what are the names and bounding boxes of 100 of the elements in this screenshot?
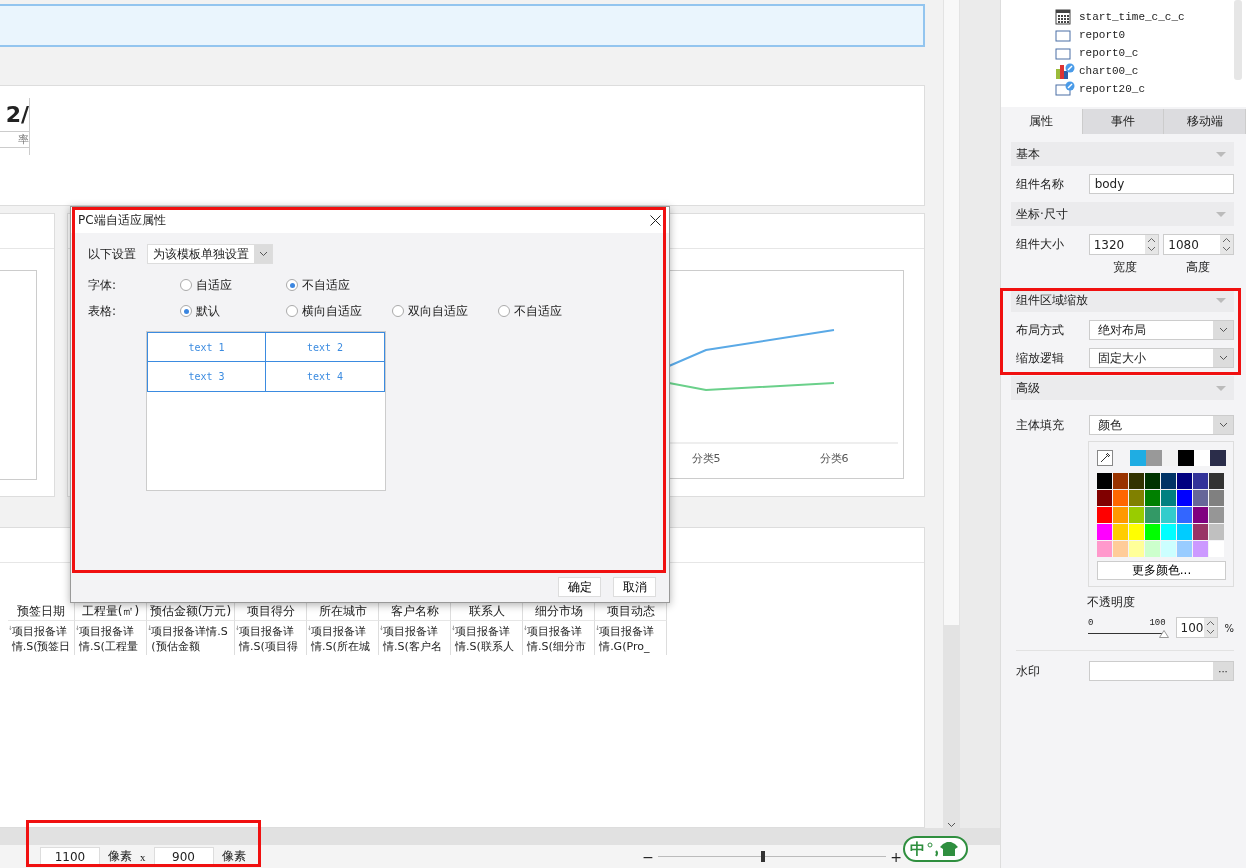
radio-label[interactable]: 不自适应 [302, 276, 350, 294]
radio-button[interactable] [286, 279, 298, 291]
tab[interactable]: 移动端 [1164, 109, 1246, 134]
color-swatch[interactable] [1145, 490, 1160, 506]
opacity-input[interactable]: 100 [1175, 617, 1219, 638]
watermark-input[interactable]: ··· [1088, 661, 1234, 681]
color-swatch[interactable] [1193, 541, 1208, 557]
color-swatch[interactable] [1145, 507, 1160, 523]
color-swatch[interactable] [1193, 490, 1208, 506]
tree-item[interactable]: report20_c [1079, 83, 1145, 95]
color-swatch[interactable] [1097, 524, 1112, 540]
color-swatch[interactable] [1129, 541, 1144, 557]
color-swatch[interactable] [1162, 450, 1178, 466]
tree-item[interactable]: report0 [1079, 29, 1126, 41]
zoom-in-button[interactable]: + [890, 848, 902, 865]
selected-component[interactable] [0, 4, 925, 47]
dropdown[interactable]: 为该模板单独设置 [147, 244, 273, 264]
ime-toolbar[interactable]: 中 [903, 836, 968, 862]
color-swatch[interactable] [1161, 507, 1176, 523]
zoom-thumb[interactable] [760, 851, 765, 862]
radio-button[interactable] [498, 305, 510, 317]
radio-label[interactable]: 双向自适应 [408, 302, 468, 320]
collapse-icon[interactable] [1216, 297, 1226, 303]
color-swatch[interactable] [1145, 524, 1160, 540]
radio-label[interactable]: 自适应 [196, 276, 232, 294]
color-swatch[interactable] [1209, 490, 1224, 506]
color-swatch[interactable] [1210, 450, 1226, 466]
radio-label[interactable]: 不自适应 [514, 302, 562, 320]
collapse-icon[interactable] [1216, 211, 1226, 217]
section-header[interactable]: 坐标·尺寸 [1011, 202, 1234, 226]
name-input[interactable]: body [1088, 174, 1234, 194]
color-swatch[interactable] [1097, 473, 1112, 489]
color-swatch[interactable] [1161, 524, 1176, 540]
color-swatch[interactable] [1209, 473, 1224, 489]
color-swatch[interactable] [1097, 541, 1112, 557]
cancel-button[interactable]: 取消 [613, 577, 656, 597]
color-swatch[interactable] [1178, 450, 1194, 466]
color-swatch[interactable] [1161, 473, 1176, 489]
color-swatch[interactable] [1113, 524, 1128, 540]
section-header[interactable]: 高级 [1011, 376, 1234, 400]
radio-button[interactable] [180, 305, 192, 317]
tree-item[interactable]: start_time_c_c_c [1079, 11, 1185, 23]
color-swatch[interactable] [1129, 524, 1144, 540]
spinner-icon[interactable] [1222, 237, 1231, 252]
slider-thumb[interactable] [1158, 630, 1169, 638]
color-swatch[interactable] [1113, 541, 1128, 557]
ok-button[interactable]: 确定 [558, 577, 601, 597]
color-swatch[interactable] [1177, 490, 1192, 506]
dropdown[interactable]: 颜色 [1088, 415, 1234, 435]
collapse-icon[interactable] [1216, 385, 1226, 391]
color-swatch[interactable] [1129, 507, 1144, 523]
vertical-scrollbar[interactable] [943, 0, 960, 828]
radio-button[interactable] [180, 279, 192, 291]
radio-button[interactable] [286, 305, 298, 317]
color-swatch[interactable] [1113, 473, 1128, 489]
zoom-out-button[interactable]: − [642, 848, 654, 865]
tree-item[interactable]: chart00_c [1079, 65, 1139, 77]
color-swatch[interactable] [1129, 490, 1144, 506]
collapse-icon[interactable] [1216, 151, 1226, 157]
color-swatch[interactable] [1097, 490, 1112, 506]
color-swatch[interactable] [1177, 473, 1192, 489]
color-swatch[interactable] [1129, 473, 1144, 489]
color-swatch[interactable] [1177, 524, 1192, 540]
tab[interactable]: 事件 [1082, 109, 1165, 134]
tree-item[interactable]: report0_c [1079, 47, 1139, 59]
color-swatch[interactable] [1194, 450, 1210, 466]
color-swatch[interactable] [1193, 507, 1208, 523]
radio-label[interactable]: 横向自适应 [302, 302, 362, 320]
radio-label[interactable]: 默认 [196, 302, 220, 320]
spinner-icon[interactable] [1147, 237, 1157, 252]
dropdown[interactable]: 绝对布局 [1088, 320, 1234, 340]
section-header[interactable]: 基本 [1011, 142, 1234, 166]
opacity-slider[interactable]: 0 100 [1088, 618, 1170, 638]
more-colors-button[interactable]: 更多颜色... [1097, 561, 1226, 580]
dropdown[interactable]: 固定大小 [1088, 348, 1234, 368]
tree-scrollbar[interactable] [1234, 0, 1242, 80]
down-arrow-icon [9, 624, 12, 632]
color-swatch[interactable] [1097, 507, 1112, 523]
browse-button[interactable]: ··· [1213, 662, 1233, 680]
color-swatch[interactable] [1113, 490, 1128, 506]
color-swatch[interactable] [1209, 541, 1224, 557]
color-swatch[interactable] [1146, 450, 1162, 466]
color-swatch[interactable] [1161, 541, 1176, 557]
color-swatch[interactable] [1209, 507, 1224, 523]
color-swatch[interactable] [1177, 507, 1192, 523]
color-swatch[interactable] [1145, 541, 1160, 557]
color-swatch[interactable] [1113, 507, 1128, 523]
close-icon[interactable] [650, 214, 661, 226]
color-swatch[interactable] [1193, 473, 1208, 489]
height-spinner[interactable]: 1080 [1163, 234, 1234, 255]
radio-button[interactable] [392, 305, 404, 317]
color-swatch[interactable] [1145, 473, 1160, 489]
eyedropper-icon[interactable] [1097, 450, 1113, 466]
color-swatch[interactable] [1193, 524, 1208, 540]
color-swatch[interactable] [1130, 450, 1146, 466]
color-swatch[interactable] [1177, 541, 1192, 557]
color-swatch[interactable] [1209, 524, 1224, 540]
width-spinner[interactable]: 1320 [1088, 234, 1160, 255]
spinner-icon[interactable] [1206, 620, 1216, 635]
color-swatch[interactable] [1161, 490, 1176, 506]
